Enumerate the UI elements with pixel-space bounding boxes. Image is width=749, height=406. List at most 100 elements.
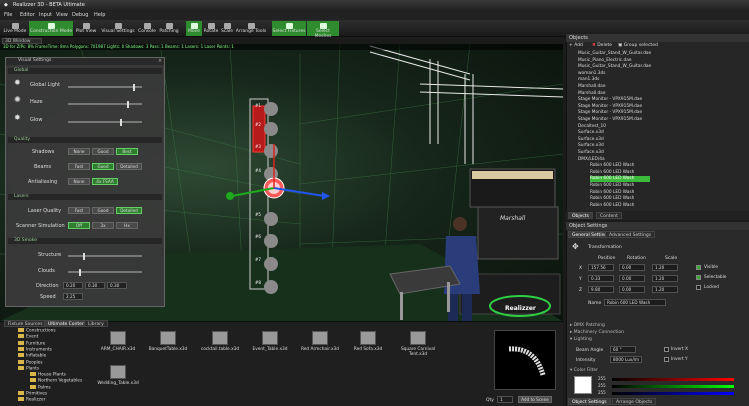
- laser-fast-button[interactable]: Fast: [68, 207, 90, 214]
- lasers-section-header[interactable]: Lasers: [8, 194, 162, 200]
- asset-item[interactable]: Red Armchair.x3d: [298, 331, 342, 352]
- beams-good-button[interactable]: Good: [92, 163, 114, 170]
- object-list-item[interactable]: Music_Guitar_Stand_W_Guitar.dae: [578, 51, 651, 57]
- lighting-section[interactable]: ▾ Lighting: [570, 337, 592, 342]
- red-slider[interactable]: [612, 378, 734, 381]
- select-meshes-button[interactable]: Select Meshes: [307, 21, 339, 39]
- object-list-item[interactable]: Music_Piano_Electric.dae: [578, 58, 638, 64]
- select-fixtures-button[interactable]: Select Fixtures: [272, 21, 306, 36]
- object-list-item[interactable]: Decaltest_10: [578, 124, 638, 130]
- tab-library[interactable]: Library: [84, 320, 108, 327]
- beams-fast-button[interactable]: Fast: [68, 163, 90, 170]
- construction-mode-button[interactable]: Construction Mode: [29, 21, 73, 36]
- plot-view-button[interactable]: Plot View: [74, 21, 98, 36]
- folder-item[interactable]: Primitives: [18, 391, 47, 397]
- scale-y-field[interactable]: 1.20: [652, 275, 678, 282]
- direction-z-field[interactable]: 0.30: [107, 282, 127, 289]
- selectable-checkbox[interactable]: [696, 275, 701, 280]
- object-list-item[interactable]: Music_Guitar_Stand_W_Guitar.dae: [578, 64, 651, 70]
- folder-item[interactable]: Event: [18, 334, 38, 340]
- scale-z-field[interactable]: 1.20: [652, 286, 678, 293]
- clouds-slider[interactable]: [68, 268, 142, 276]
- scale-x-field[interactable]: 1.20: [652, 264, 678, 271]
- add-to-scene-button[interactable]: Add to Scene: [518, 396, 552, 403]
- name-field[interactable]: Robin 600 LED Wash: [604, 299, 666, 306]
- add-object-button[interactable]: + Add: [569, 43, 583, 48]
- object-list-item[interactable]: woman1.3ds: [578, 71, 638, 77]
- red-value[interactable]: 255: [598, 376, 606, 381]
- object-list-item[interactable]: Robin 600 LED Wash: [590, 190, 650, 196]
- locked-checkbox[interactable]: [696, 285, 701, 290]
- laser-good-button[interactable]: Good: [92, 207, 114, 214]
- folder-item[interactable]: House Plants: [30, 372, 66, 378]
- object-list-item[interactable]: Robin 600 LED Wash: [590, 183, 650, 189]
- object-list-item[interactable]: Stage Monitor - VPX915M.dae: [578, 117, 642, 123]
- haze-slider[interactable]: [68, 100, 142, 108]
- object-list-item[interactable]: Stage Monitor - VPX915M.dae: [578, 110, 642, 116]
- green-slider[interactable]: [612, 385, 734, 388]
- beams-detailed-button[interactable]: Detailed: [116, 163, 142, 170]
- rotation-y-field[interactable]: 0.00: [619, 275, 645, 282]
- arrange-tools-button[interactable]: Arrange Tools: [235, 21, 267, 36]
- folder-item[interactable]: Palms: [30, 384, 51, 391]
- rotation-z-field[interactable]: 0.00: [619, 286, 645, 293]
- asset-item[interactable]: Event_Table.x3d: [248, 331, 292, 352]
- scanner-hx-button[interactable]: Hx: [116, 222, 138, 229]
- asset-item[interactable]: Square Carnival Tent.x3d: [396, 331, 440, 357]
- tab-objects[interactable]: Objects: [568, 212, 594, 219]
- folder-item[interactable]: Northern Vegetables: [30, 378, 82, 384]
- object-list-item[interactable]: Robin 600 LED Wash: [590, 163, 650, 169]
- qty-field[interactable]: 1: [497, 396, 513, 403]
- menu-editor[interactable]: Editor: [20, 12, 35, 18]
- asset-item[interactable]: Red Sofa.x3d: [346, 331, 390, 352]
- asset-item[interactable]: ARM_CHAIR.x3d: [96, 331, 140, 352]
- global-section-header[interactable]: Global: [8, 68, 162, 74]
- aa-none-button[interactable]: None: [68, 178, 90, 185]
- live-mode-button[interactable]: Live Mode: [2, 21, 28, 36]
- machinery-section[interactable]: ▸ Machinery Connection: [570, 330, 624, 335]
- move-button[interactable]: Move: [186, 21, 202, 36]
- folder-item[interactable]: Inflatable: [18, 353, 46, 359]
- position-x-field[interactable]: 157.56: [588, 264, 614, 271]
- shadows-best-button[interactable]: Best: [116, 148, 138, 155]
- asset-item[interactable]: BanquetTable.x3d: [146, 331, 190, 352]
- folder-item[interactable]: Plants: [18, 365, 39, 372]
- scale-button[interactable]: Scale: [220, 21, 234, 36]
- scanner-3x-button[interactable]: 3x: [92, 222, 114, 229]
- rotate-button[interactable]: Rotate: [203, 21, 219, 36]
- close-icon[interactable]: ×: [158, 58, 162, 64]
- asset-item[interactable]: Wedding_Table.x3d: [96, 365, 140, 386]
- shadows-good-button[interactable]: Good: [92, 148, 114, 155]
- object-list-item[interactable]: Robin 600 LED Wash: [590, 203, 650, 209]
- object-list-item[interactable]: Surface.x3d: [578, 143, 638, 149]
- tab-arrange-objects[interactable]: Arrange Objects: [612, 398, 657, 405]
- delete-object-button[interactable]: ✖ Delete: [592, 43, 612, 48]
- object-list-item[interactable]: Marshall.dae: [578, 91, 638, 97]
- invert-y-checkbox[interactable]: [664, 357, 669, 362]
- folder-item[interactable]: Peoples: [18, 359, 43, 366]
- console-button[interactable]: Console: [137, 21, 157, 36]
- blue-slider[interactable]: [612, 392, 734, 395]
- global-light-slider[interactable]: [68, 83, 142, 91]
- object-list-item[interactable]: Surface.x3d: [578, 130, 638, 136]
- aa-4x-button[interactable]: 4x FSAA: [92, 178, 118, 185]
- object-list-item[interactable]: Surface.x3d: [578, 150, 638, 156]
- shadows-none-button[interactable]: None: [68, 148, 90, 155]
- object-list-item[interactable]: Stage Monitor - VPX915M.dae: [578, 97, 642, 103]
- invert-x-checkbox[interactable]: [664, 347, 669, 352]
- blue-value[interactable]: 255: [598, 390, 606, 395]
- menu-debug[interactable]: Debug: [72, 12, 88, 18]
- menu-input[interactable]: Input: [39, 12, 52, 18]
- asset-item[interactable]: cocktail.table.x3d: [198, 331, 242, 352]
- menu-view[interactable]: View: [56, 12, 68, 18]
- tab-advanced-settings[interactable]: Advanced Settings: [605, 231, 656, 238]
- object-list-item[interactable]: man1.3ds: [578, 77, 638, 83]
- smoke-section-header[interactable]: 3D Smoke: [8, 238, 162, 244]
- position-y-field[interactable]: 0.33: [588, 275, 614, 282]
- folder-item[interactable]: Furniture: [18, 340, 45, 347]
- scanner-off-button[interactable]: Off: [68, 222, 90, 229]
- green-value[interactable]: 255: [598, 383, 606, 388]
- menu-help[interactable]: Help: [94, 12, 105, 18]
- direction-y-field[interactable]: 0.30: [85, 282, 105, 289]
- tab-content[interactable]: Content: [596, 212, 622, 219]
